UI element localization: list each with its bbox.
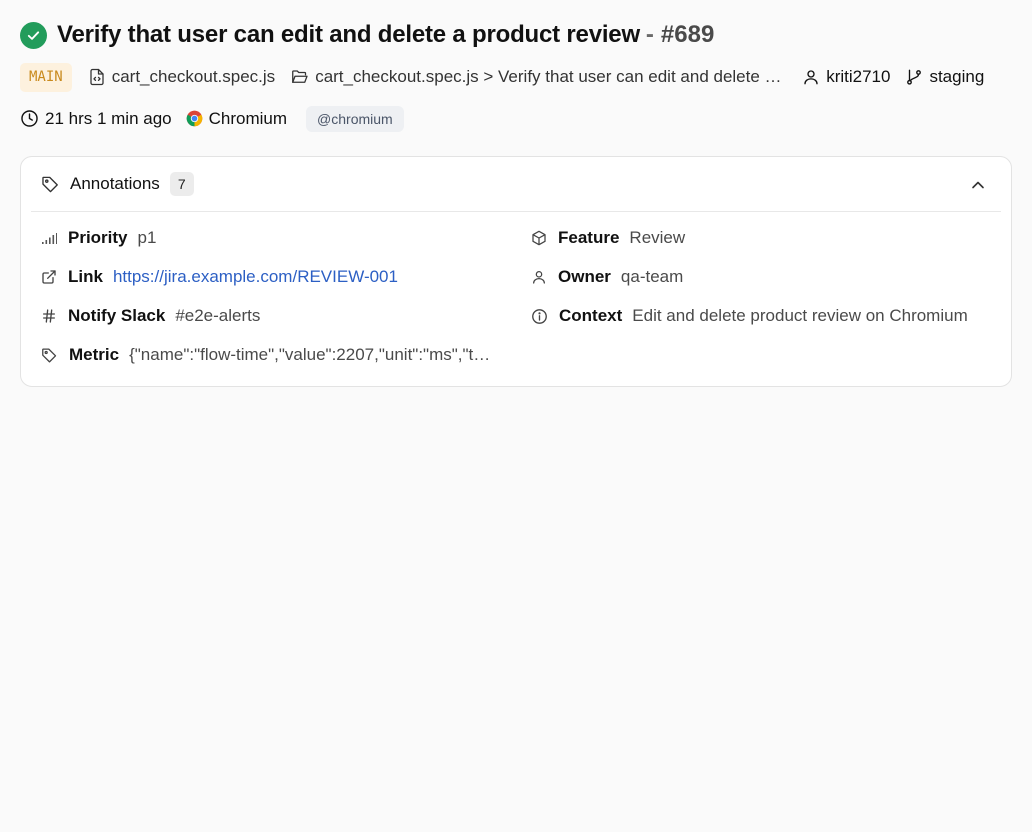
external-link-icon — [42, 270, 56, 284]
annotation-notify-slack: Notify Slack #e2e-alerts — [41, 304, 260, 328]
info-icon — [532, 308, 547, 324]
user-icon — [533, 271, 545, 284]
environment-link[interactable]: staging — [905, 67, 984, 87]
environment-name: staging — [929, 67, 985, 86]
collapse-button[interactable] — [969, 176, 987, 194]
browser-name: Chromium — [208, 108, 288, 128]
branch-badge: MAIN — [20, 62, 72, 92]
annotations-card: Annotations 7 Priority p1 Link https://j… — [20, 156, 1012, 387]
annotation-value: Review — [629, 228, 686, 247]
annotation-key: Feature — [558, 228, 620, 247]
annotation-context: Context Edit and delete product review o… — [531, 304, 968, 328]
spec-file-name: cart_checkout.spec.js — [111, 67, 276, 86]
annotation-value: {"name":"flow-time","value":2207,"unit":… — [129, 345, 491, 364]
file-code-icon — [90, 68, 104, 86]
annotation-key: Notify Slack — [68, 306, 166, 325]
annotation-key: Owner — [558, 267, 611, 286]
cube-icon — [532, 230, 546, 246]
clock-icon — [21, 110, 38, 127]
annotations-title: Annotations — [70, 174, 160, 193]
signal-bars-icon — [42, 233, 57, 244]
time-ago: 21 hrs 1 min ago — [45, 108, 172, 128]
user-name: kriti2710 — [826, 67, 891, 86]
annotation-key: Priority — [68, 228, 128, 247]
folder-open-icon — [292, 70, 308, 83]
spec-file-link[interactable]: cart_checkout.spec.js — [88, 67, 275, 87]
annotation-owner: Owner qa-team — [531, 265, 683, 289]
meta-row-secondary: 21 hrs 1 min ago Chromium @chromium — [20, 105, 404, 132]
run-time: 21 hrs 1 min ago — [20, 109, 172, 129]
annotation-key: Metric — [69, 345, 120, 364]
git-branch-icon — [907, 69, 922, 85]
tag-icon — [42, 347, 57, 363]
annotation-key: Context — [559, 306, 623, 325]
test-path: cart_checkout.spec.js > Verify that user… — [315, 67, 787, 86]
chevron-up-icon — [972, 181, 984, 189]
user-link[interactable]: kriti2710 — [802, 67, 890, 87]
chromium-icon — [186, 110, 202, 127]
meta-row-primary: MAIN cart_checkout.spec.js cart_checkout… — [20, 62, 984, 92]
check-circle-icon — [20, 21, 47, 49]
annotation-value: p1 — [137, 228, 157, 247]
jira-link[interactable]: https://jira.example.com/REVIEW-001 — [113, 267, 398, 287]
page-title: Verify that user can edit and delete a p… — [57, 21, 640, 48]
annotation-value: qa-team — [620, 267, 684, 286]
annotation-value: #e2e-alerts — [175, 306, 261, 325]
annotation-metric: Metric {"name":"flow-time","value":2207,… — [41, 343, 490, 367]
annotation-link: Link https://jira.example.com/REVIEW-001 — [41, 265, 398, 289]
annotation-priority: Priority p1 — [41, 226, 156, 250]
browser-info: Chromium — [186, 109, 287, 129]
annotation-value: Edit and delete product review on Chromi… — [632, 306, 968, 325]
tag-icon — [42, 176, 58, 192]
user-icon — [804, 70, 818, 85]
hash-icon — [43, 309, 55, 323]
browser-tag[interactable]: @chromium — [306, 105, 404, 132]
test-path-link[interactable]: cart_checkout.spec.js > Verify that user… — [290, 67, 787, 87]
annotations-header[interactable]: Annotations 7 — [31, 157, 1001, 212]
annotation-feature: Feature Review — [531, 226, 685, 250]
annotation-key: Link — [68, 267, 103, 286]
annotations-count: 7 — [169, 172, 194, 196]
title-row: Verify that user can edit and delete a p… — [20, 19, 714, 51]
run-id: #689 — [660, 21, 715, 48]
title-separator: - — [645, 21, 654, 48]
